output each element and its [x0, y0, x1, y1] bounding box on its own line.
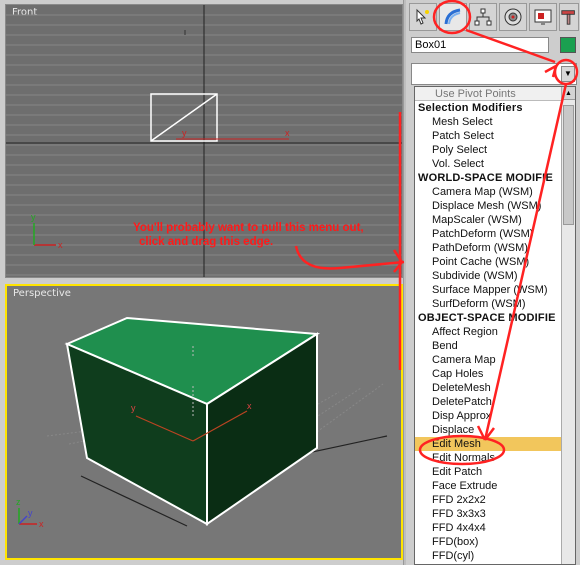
modifier-item[interactable]: FFD(cyl): [415, 549, 561, 563]
pointer-star-icon: [416, 8, 429, 25]
modifier-item[interactable]: FFD 3x3x3: [415, 507, 561, 521]
modifier-item[interactable]: MapScaler (WSM): [415, 213, 561, 227]
persp-gizmo-z-label: z: [16, 497, 21, 507]
persp-transform-x-label: x: [247, 401, 252, 411]
modifier-item[interactable]: DeletePatch: [415, 395, 561, 409]
display-icon: [534, 9, 552, 25]
hierarchy-tab[interactable]: [469, 3, 497, 31]
modify-tab[interactable]: [439, 3, 467, 31]
display-tab[interactable]: [529, 3, 557, 31]
modifier-item[interactable]: Edit Normals: [415, 451, 561, 465]
modifier-item[interactable]: Bend: [415, 339, 561, 353]
modifier-item[interactable]: Camera Map: [415, 353, 561, 367]
modifier-item[interactable]: Surface Mapper (WSM): [415, 283, 561, 297]
front-transform-y-label: y: [182, 128, 187, 138]
annotation-line-2: click and drag this edge.: [139, 236, 274, 248]
modifier-item[interactable]: Patch Select: [415, 129, 561, 143]
menu-section-header: OBJECT-SPACE MODIFIE: [418, 312, 556, 324]
modifier-item[interactable]: SurfDeform (WSM): [415, 297, 561, 311]
scroll-up-icon[interactable]: ▲: [562, 87, 575, 100]
motion-icon: [504, 8, 522, 26]
hammer-icon: [561, 10, 575, 25]
persp-gizmo-x-label: x: [39, 519, 44, 529]
modifier-item[interactable]: Edit Mesh: [415, 437, 561, 451]
front-transform-x-label: x: [285, 128, 290, 138]
object-name-field[interactable]: Box01: [411, 37, 549, 53]
persp-transform-y-label: y: [131, 403, 136, 413]
utilities-tab[interactable]: [559, 3, 579, 31]
scrollbar-thumb[interactable]: [563, 105, 574, 225]
modifier-item[interactable]: FFD 2x2x2: [415, 493, 561, 507]
modifier-item[interactable]: Face Extrude: [415, 479, 561, 493]
persp-gizmo-y: [18, 515, 28, 525]
modifier-item[interactable]: Mesh Select: [415, 115, 561, 129]
object-color-swatch[interactable]: [560, 37, 576, 53]
modifier-list-dropdown[interactable]: ▼: [411, 63, 577, 85]
use-pivot-points-option[interactable]: Use Pivot Points: [415, 87, 575, 101]
create-tab[interactable]: [409, 3, 437, 31]
modifier-item[interactable]: FFD 4x4x4: [415, 521, 561, 535]
modifier-item[interactable]: Vol. Select: [415, 157, 561, 171]
modifier-item[interactable]: Poly Select: [415, 143, 561, 157]
modifier-item[interactable]: Displace Mesh (WSM): [415, 199, 561, 213]
modifier-item[interactable]: Edit Patch: [415, 465, 561, 479]
modifier-item[interactable]: Subdivide (WSM): [415, 269, 561, 283]
modifier-item[interactable]: Point Cache (WSM): [415, 255, 561, 269]
modifier-item[interactable]: Displace: [415, 423, 561, 437]
persp-gizmo-y-label: y: [28, 508, 33, 518]
hierarchy-icon: [474, 8, 492, 26]
modifier-item[interactable]: Camera Map (WSM): [415, 185, 561, 199]
modifier-item[interactable]: FFD(box): [415, 535, 561, 549]
motion-tab[interactable]: [499, 3, 527, 31]
modifier-item[interactable]: Disp Approx: [415, 409, 561, 423]
front-gizmo-x-label: x: [58, 240, 63, 250]
front-gizmo-y-label: y: [31, 212, 36, 222]
menu-scrollbar[interactable]: ▲: [561, 87, 575, 564]
modifier-items: Selection Modifiers Mesh Select Patch Sele…: [415, 101, 575, 563]
menu-section-header: WORLD-SPACE MODIFIE: [418, 172, 553, 184]
modifier-list-menu[interactable]: Use Pivot Points Selection Modifiers Mesh…: [414, 86, 576, 565]
modifier-item[interactable]: PatchDeform (WSM): [415, 227, 561, 241]
menu-section-header: Selection Modifiers: [418, 102, 523, 114]
command-panel: Box01 ▼ Use Pivot Points Selection Modif…: [406, 0, 580, 565]
modifier-item[interactable]: DeleteMesh: [415, 381, 561, 395]
perspective-scene: y x x z y: [16, 316, 388, 529]
chevron-down-icon[interactable]: ▼: [561, 66, 575, 82]
modify-rainbow-icon: [444, 8, 461, 25]
modifier-item[interactable]: Affect Region: [415, 325, 561, 339]
modifier-item[interactable]: PathDeform (WSM): [415, 241, 561, 255]
annotation-note: You'll probably want to pull this menu o…: [133, 221, 398, 249]
perspective-viewport[interactable]: Perspective y x x z y: [5, 284, 403, 560]
modifier-item[interactable]: Cap Holes: [415, 367, 561, 381]
annotation-line-1: You'll probably want to pull this menu o…: [133, 222, 364, 234]
